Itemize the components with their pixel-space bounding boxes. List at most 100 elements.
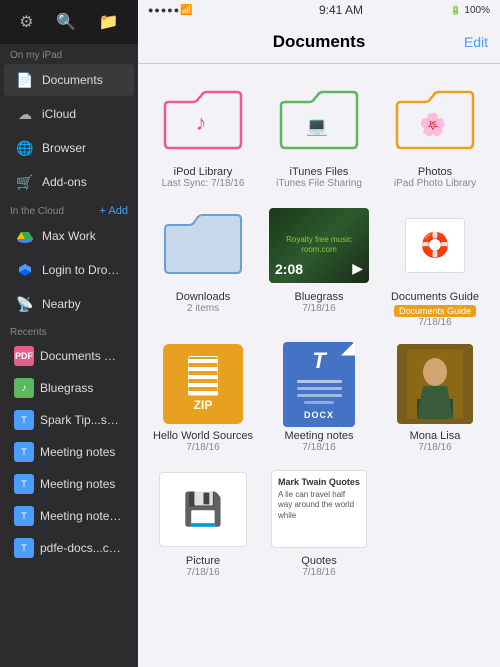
- edit-button[interactable]: Edit: [464, 34, 488, 50]
- svg-text:💻: 💻: [306, 116, 328, 136]
- svg-text:♪: ♪: [196, 110, 207, 135]
- sidebar-label-dropbox: Login to Dropbox: [42, 263, 124, 277]
- drive-icon: [14, 225, 36, 247]
- sidebar-item-docguide[interactable]: PDF Documents Guide: [4, 341, 134, 371]
- meetingnotes-sublabel: 7/18/16: [302, 442, 335, 453]
- section-cloud-row: In the Cloud + Add: [0, 199, 138, 219]
- addons-icon: 🛒: [14, 171, 36, 193]
- grid-item-bluegrass[interactable]: Royalty free music room.com 2:08 ▶ Blueg…: [266, 205, 372, 328]
- bluegrass-label: Bluegrass: [295, 291, 344, 303]
- battery-percent: 100%: [464, 5, 490, 16]
- grid-item-quotes[interactable]: Mark Twain Quotes A lie can travel half …: [266, 469, 372, 578]
- nearby-icon: 📡: [14, 293, 36, 315]
- photos-label: Photos: [418, 166, 452, 178]
- grid-item-downloads[interactable]: Downloads 2 items: [150, 205, 256, 328]
- section-label-recents: Recents: [0, 321, 138, 340]
- browser-icon: 🌐: [14, 137, 36, 159]
- meetingnotes-thumb: T DOCX: [269, 344, 369, 424]
- sidebar-label-icloud: iCloud: [42, 107, 76, 121]
- sidebar-item-bluegrass[interactable]: ♪ Bluegrass: [4, 373, 134, 403]
- grid-item-docguide[interactable]: 🛟 Documents Guide Documents Guide 7/18/1…: [382, 205, 488, 328]
- zip-icon: ZIP: [163, 344, 243, 424]
- gear-icon[interactable]: ⚙: [19, 12, 33, 32]
- grid-item-picture[interactable]: 💾 Picture 7/18/16: [150, 469, 256, 578]
- helloworld-label: Hello World Sources: [153, 430, 253, 442]
- docguide-badge: Documents Guide: [394, 305, 476, 317]
- sidebar-label-meeting1: Meeting notes: [40, 445, 115, 459]
- sidebar-label-sparktip: Spark Tip...services-HD: [40, 413, 124, 427]
- grid-item-ipod[interactable]: ♪ iPod Library Last Sync: 7/18/16: [150, 80, 256, 189]
- nav-title: Documents: [273, 32, 366, 52]
- grid-item-helloworld[interactable]: ZIP Hello World Sources 7/18/16: [150, 344, 256, 453]
- quotes-title-text: Mark Twain Quotes: [278, 477, 360, 487]
- ipod-sublabel: Last Sync: 7/18/16: [162, 178, 245, 189]
- sidebar-item-documents[interactable]: 📄 Documents: [4, 64, 134, 96]
- downloads-thumb: [153, 205, 253, 285]
- docguide-thumb: 🛟: [385, 205, 485, 285]
- sidebar-item-meeting1[interactable]: T Meeting notes: [4, 437, 134, 467]
- section-label-ipad: On my iPad: [0, 44, 138, 63]
- grid-container: ♪ iPod Library Last Sync: 7/18/16 💻 iTun…: [138, 64, 500, 667]
- monalisa-sublabel: 7/18/16: [418, 442, 451, 453]
- ipod-label: iPod Library: [174, 166, 233, 178]
- icloud-icon: ☁: [14, 103, 36, 125]
- monalisa-label: Mona Lisa: [410, 430, 461, 442]
- doc-icon-m3: T: [14, 506, 34, 526]
- section-label-cloud: In the Cloud: [10, 206, 64, 217]
- doc-icon-m1: T: [14, 442, 34, 462]
- sidebar-item-meeting3[interactable]: T Meeting notes - iPhone: [4, 501, 134, 531]
- sidebar-label-browser: Browser: [42, 141, 86, 155]
- time-display: 9:41 AM: [319, 3, 363, 17]
- sidebar-item-nearby[interactable]: 📡 Nearby: [4, 288, 134, 320]
- itunes-sublabel: iTunes File Sharing: [276, 178, 362, 189]
- wifi-icon: 📶: [180, 5, 192, 16]
- sidebar-item-dropbox[interactable]: Login to Dropbox: [4, 254, 134, 286]
- picture-sublabel: 7/18/16: [186, 567, 219, 578]
- nav-bar: Documents Edit: [138, 20, 500, 64]
- monalisa-thumb: [385, 344, 485, 424]
- bluetooth-icon: 🔋: [450, 5, 461, 16]
- lifesaver-icon: 🛟: [420, 231, 450, 260]
- doc-icon-pdfe: T: [14, 538, 34, 558]
- photos-thumb: 🌸: [385, 80, 485, 160]
- grid-item-itunes[interactable]: 💻 iTunes Files iTunes File Sharing: [266, 80, 372, 189]
- sidebar-item-addons[interactable]: 🛒 Add-ons: [4, 166, 134, 198]
- bluegrass-thumb: Royalty free music room.com 2:08 ▶: [269, 205, 369, 285]
- sidebar-item-sparktip[interactable]: T Spark Tip...services-HD: [4, 405, 134, 435]
- picture-thumb: 💾: [153, 469, 253, 549]
- docguide-sublabel: 7/18/16: [418, 317, 451, 328]
- music-icon: ♪: [14, 378, 34, 398]
- add-cloud-button[interactable]: + Add: [100, 205, 128, 217]
- grid-item-monalisa[interactable]: Mona Lisa 7/18/16: [382, 344, 488, 453]
- grid-item-meetingnotes[interactable]: T DOCX Meeting notes 7/18/16: [266, 344, 372, 453]
- documents-icon: 📄: [14, 69, 36, 91]
- svg-text:🌸: 🌸: [419, 112, 446, 137]
- quotes-thumb: Mark Twain Quotes A lie can travel half …: [269, 469, 369, 549]
- sidebar-label-docguide: Documents Guide: [40, 349, 124, 363]
- downloads-sublabel: 2 items: [187, 303, 219, 314]
- sidebar-item-pdfe[interactable]: T pdfe-docs...ck - iPhone: [4, 533, 134, 563]
- sidebar-item-browser[interactable]: 🌐 Browser: [4, 132, 134, 164]
- doc-icon-m2: T: [14, 474, 34, 494]
- itunes-label: iTunes Files: [290, 166, 349, 178]
- grid-item-photos[interactable]: 🌸 Photos iPad Photo Library: [382, 80, 488, 189]
- sidebar: ⚙ 🔍 📁 On my iPad 📄 Documents ☁ iCloud 🌐 …: [0, 0, 138, 667]
- quotes-body-text: A lie can travel half way around the wor…: [278, 490, 360, 521]
- docguide-label: Documents Guide: [391, 291, 479, 303]
- picture-label: Picture: [186, 555, 220, 567]
- folder-icon[interactable]: 📁: [99, 12, 119, 32]
- sidebar-label-nearby: Nearby: [42, 297, 81, 311]
- downloads-label: Downloads: [176, 291, 230, 303]
- sidebar-item-icloud[interactable]: ☁ iCloud: [4, 98, 134, 130]
- sidebar-top-bar: ⚙ 🔍 📁: [0, 0, 138, 44]
- dropbox-icon: [14, 259, 36, 281]
- sidebar-item-meeting2[interactable]: T Meeting notes: [4, 469, 134, 499]
- sidebar-item-maxwork[interactable]: Max Work: [4, 220, 134, 252]
- sidebar-label-documents: Documents: [42, 73, 103, 87]
- quotes-sublabel: 7/18/16: [302, 567, 335, 578]
- harddisk-icon: 💾: [183, 490, 223, 528]
- search-icon[interactable]: 🔍: [56, 12, 76, 32]
- sidebar-label-meeting3: Meeting notes - iPhone: [40, 509, 124, 523]
- status-bar: ●●●●● 📶 9:41 AM 🔋 100%: [138, 0, 500, 20]
- sidebar-label-maxwork: Max Work: [42, 229, 96, 243]
